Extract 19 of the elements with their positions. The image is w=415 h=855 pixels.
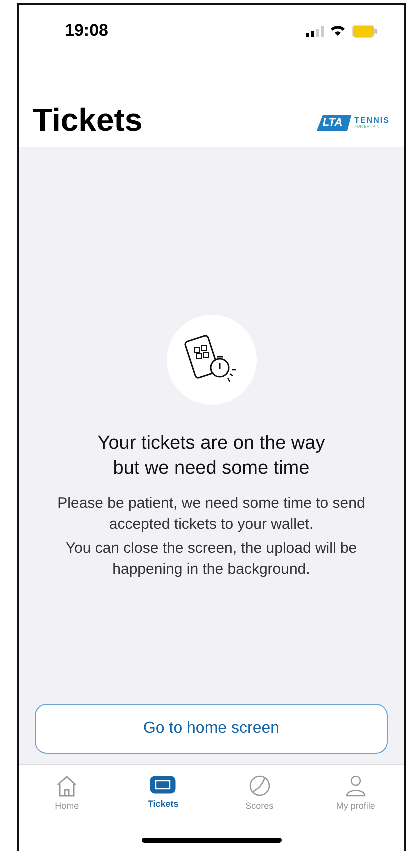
page-title: Tickets: [33, 102, 143, 139]
logo-text: TENNIS: [354, 117, 390, 125]
tab-item[interactable]: Tickets: [123, 775, 204, 838]
signal-icon: [306, 26, 324, 36]
logo-mark: LTA: [316, 115, 352, 131]
battery-icon: [352, 24, 378, 38]
wifi-icon: [330, 25, 346, 37]
tab-item[interactable]: My profile: [316, 775, 396, 838]
home-screen-button[interactable]: Go to home screen: [35, 704, 388, 754]
tab-item[interactable]: Home: [27, 775, 108, 838]
message-text: You can close the screen, the upload will be happening in the background.: [64, 539, 358, 580]
message-text: Please be patient, we need some time to send accepted tickets to your wallet.: [56, 494, 366, 535]
tennis-ball-icon: [248, 775, 271, 797]
tab-item[interactable]: Scores: [220, 775, 300, 838]
status-time: 19:08: [65, 21, 108, 41]
home-icon: [55, 775, 80, 797]
message-title: Your tickets are on the way but we need some time: [98, 432, 326, 481]
person-icon: [344, 775, 367, 797]
ticket-icon: [150, 775, 176, 795]
